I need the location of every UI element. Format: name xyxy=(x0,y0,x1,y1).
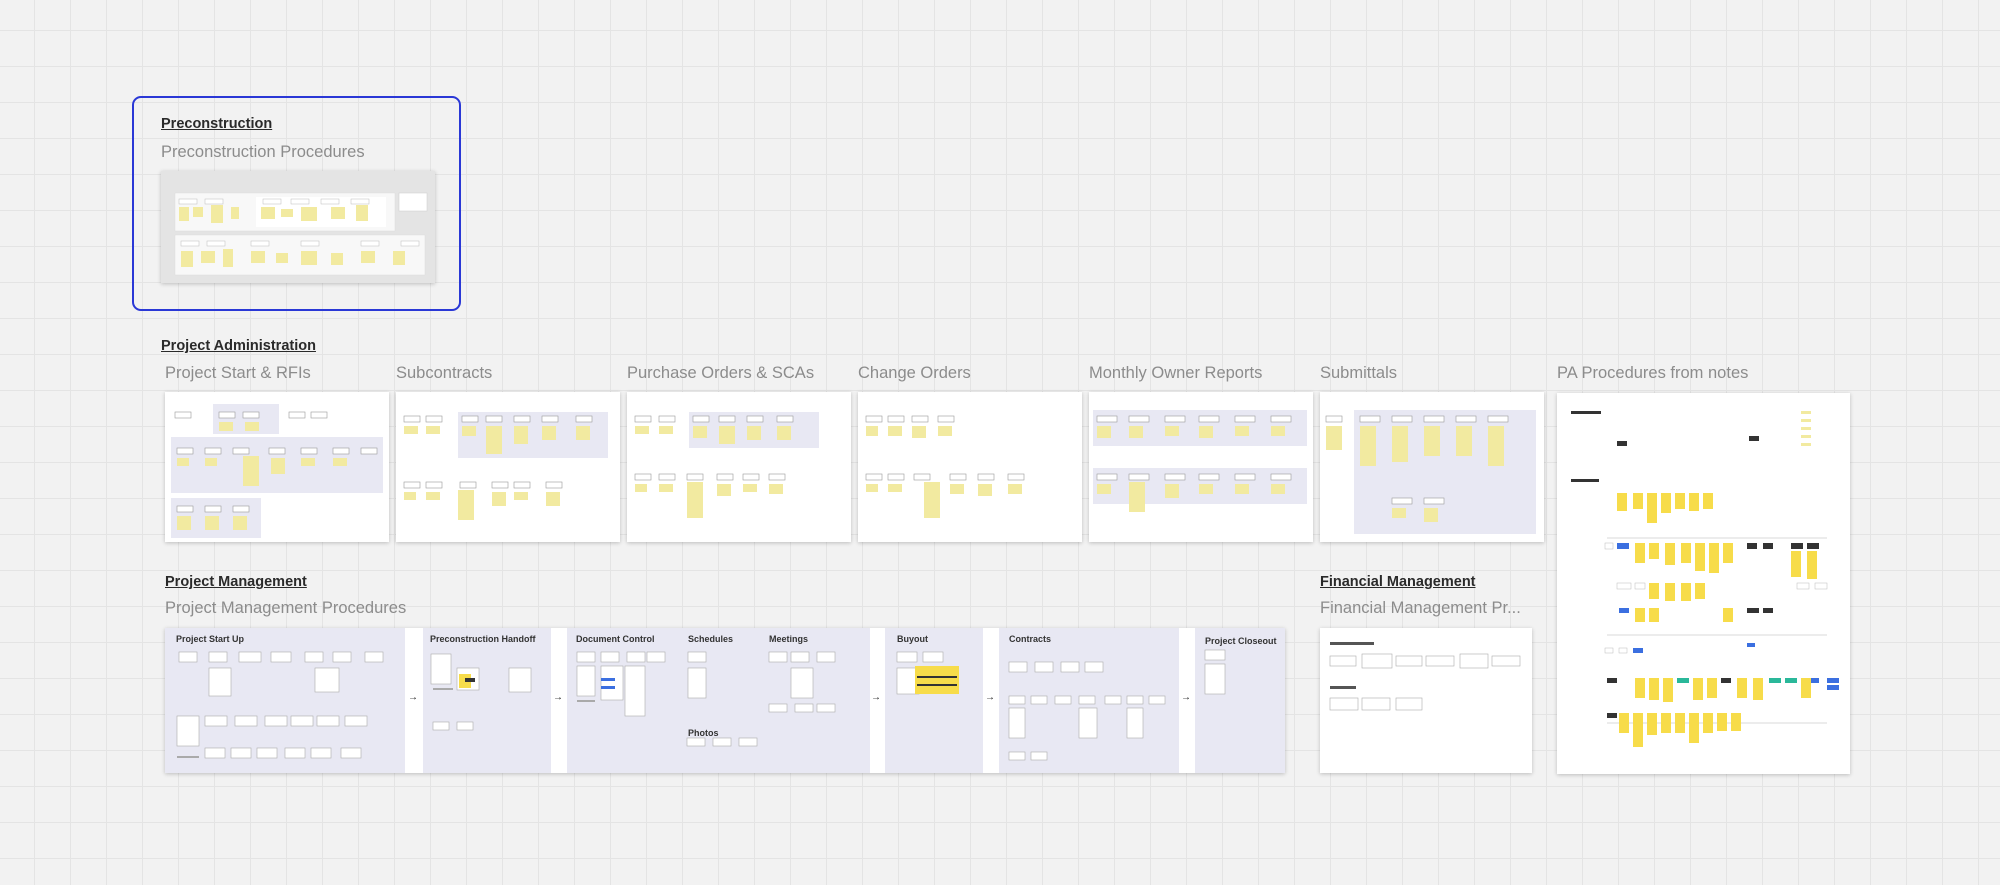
arrow-right-icon: → xyxy=(408,692,418,703)
section-title-preconstruction[interactable]: Preconstruction xyxy=(161,116,272,132)
arrow-right-icon: → xyxy=(1181,692,1191,703)
frame-thumbnail-submittals[interactable] xyxy=(1320,392,1544,542)
frame-label-project-management-procedures[interactable]: Project Management Procedures xyxy=(165,599,565,618)
pm-title-photos: Photos xyxy=(688,728,719,738)
frame-label-submittals[interactable]: Submittals xyxy=(1320,364,1540,383)
section-title-project-management[interactable]: Project Management xyxy=(165,574,307,590)
frame-thumbnail-change-orders[interactable] xyxy=(858,392,1082,542)
pm-title-document-control: Document Control xyxy=(576,634,655,644)
pm-title-buyout: Buyout xyxy=(897,634,928,644)
pm-title-schedules: Schedules xyxy=(688,634,734,644)
arrow-right-icon: → xyxy=(553,692,563,703)
frame-label-preconstruction-procedures[interactable]: Preconstruction Procedures xyxy=(161,143,421,162)
pm-title-project-start-up: Project Start Up xyxy=(176,634,245,644)
frame-label-project-start-rfis[interactable]: Project Start & RFIs xyxy=(165,364,385,383)
frame-thumbnail-financial-management-procedures[interactable] xyxy=(1320,628,1532,773)
pm-title-meetings: Meetings xyxy=(769,634,809,644)
arrow-right-icon: → xyxy=(871,692,881,703)
frame-label-monthly-owner-reports[interactable]: Monthly Owner Reports xyxy=(1089,364,1309,383)
frame-thumbnail-pa-procedures-notes[interactable] xyxy=(1557,393,1850,774)
frame-thumbnail-purchase-orders[interactable] xyxy=(627,392,851,542)
section-title-financial-management[interactable]: Financial Management xyxy=(1320,574,1476,590)
section-title-project-administration[interactable]: Project Administration xyxy=(161,338,316,354)
frame-thumbnail-project-management-procedures[interactable]: Project Start Up Preconstruction Handoff… xyxy=(165,628,1285,773)
frame-label-subcontracts[interactable]: Subcontracts xyxy=(396,364,616,383)
frame-thumbnail-monthly-owner-reports[interactable] xyxy=(1089,392,1313,542)
frame-label-pa-procedures-notes[interactable]: PA Procedures from notes xyxy=(1557,364,1847,383)
pm-title-contracts: Contracts xyxy=(1009,634,1052,644)
frame-thumbnail-subcontracts[interactable] xyxy=(396,392,620,542)
arrow-right-icon: → xyxy=(985,692,995,703)
frame-label-purchase-orders[interactable]: Purchase Orders & SCAs xyxy=(627,364,847,383)
pm-title-project-closeout: Project Closeout xyxy=(1205,636,1277,646)
pm-title-preconstruction-handoff: Preconstruction Handoff xyxy=(430,634,536,644)
frame-thumbnail-project-start-rfis[interactable] xyxy=(165,392,389,542)
frame-label-financial-management-procedures[interactable]: Financial Management Pr... xyxy=(1320,599,1530,618)
frame-label-change-orders[interactable]: Change Orders xyxy=(858,364,1078,383)
frame-thumbnail-preconstruction-procedures[interactable] xyxy=(161,171,435,283)
pm-diagram-details xyxy=(176,649,1226,761)
